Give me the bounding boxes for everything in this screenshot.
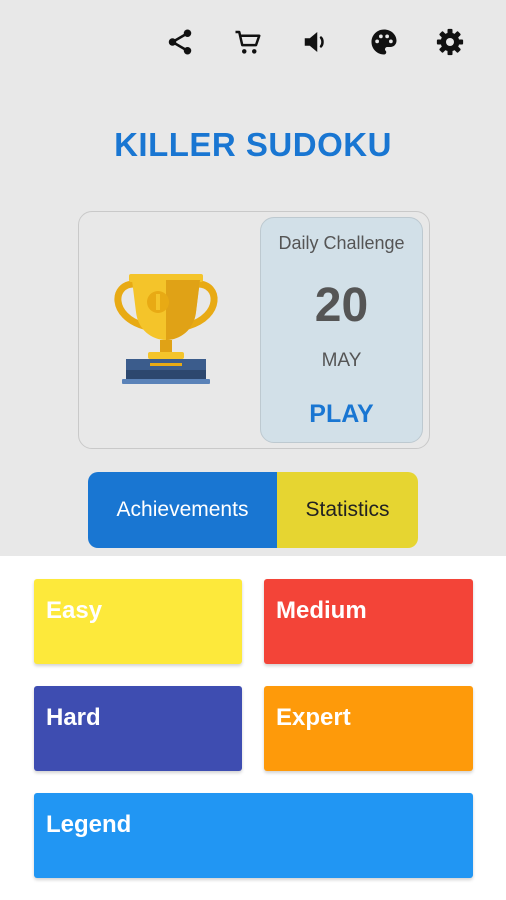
medium-level-button[interactable]: Medium xyxy=(264,579,473,664)
statistics-button[interactable]: Statistics xyxy=(277,472,418,548)
sound-toggle[interactable] xyxy=(296,22,336,62)
tabs-segment: Achievements Statistics xyxy=(88,472,418,548)
hard-level-button[interactable]: Hard xyxy=(34,686,242,771)
palette-icon xyxy=(371,29,397,55)
easy-level-button[interactable]: Easy xyxy=(34,579,242,664)
share-button[interactable] xyxy=(160,22,200,62)
daily-challenge-day: 20 xyxy=(314,279,369,332)
toolbar xyxy=(0,22,506,62)
legend-level-button[interactable]: Legend xyxy=(34,793,473,878)
cart-icon xyxy=(235,30,261,54)
header-area: KILLER SUDOKU Daily Challenge 20 MAY PLA… xyxy=(0,0,506,556)
expert-level-button[interactable]: Expert xyxy=(264,686,473,771)
volume-icon xyxy=(304,32,324,52)
gear-icon xyxy=(436,28,464,56)
trophy-icon xyxy=(114,274,218,384)
share-icon xyxy=(168,29,192,55)
daily-challenge-panel[interactable]: Daily Challenge 20 MAY PLAY xyxy=(260,217,423,443)
theme-button[interactable] xyxy=(364,22,404,62)
daily-challenge-label: Daily Challenge xyxy=(278,233,405,253)
daily-challenge-month: MAY xyxy=(321,350,362,371)
store-button[interactable] xyxy=(228,22,268,62)
app-title: KILLER SUDOKU xyxy=(114,126,392,163)
achievements-button[interactable]: Achievements xyxy=(88,472,277,548)
settings-button[interactable] xyxy=(430,22,470,62)
daily-challenge-play-button[interactable]: PLAY xyxy=(261,400,422,429)
